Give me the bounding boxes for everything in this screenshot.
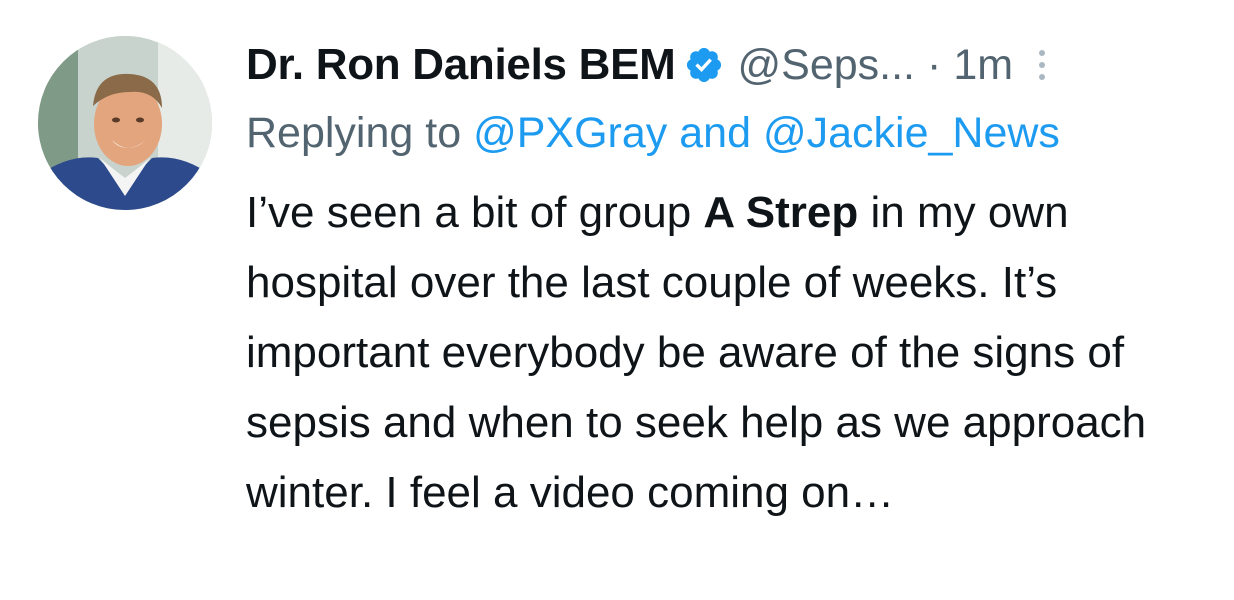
mention-link-pxgray[interactable]: @PXGray [473, 109, 667, 157]
tweet-header: Dr. Ron Daniels BEM @Seps... · 1m [246, 30, 1206, 100]
separator-dot: · [927, 40, 942, 89]
replying-to-label: Replying to [246, 109, 462, 157]
tweet-text-part-1: I’ve seen a bit of group [246, 188, 704, 237]
tweet-content: Dr. Ron Daniels BEM @Seps... · 1m Replyi… [246, 30, 1206, 528]
tweet[interactable]: Dr. Ron Daniels BEM @Seps... · 1m Replyi… [0, 0, 1234, 600]
tweet-timestamp[interactable]: 1m [953, 41, 1013, 90]
author-name[interactable]: Dr. Ron Daniels BEM [246, 40, 676, 90]
avatar-photo [38, 36, 212, 210]
tweet-text-bold: A Strep [703, 188, 859, 237]
verified-badge-icon [684, 45, 724, 85]
avatar[interactable] [38, 36, 212, 210]
more-vertical-icon[interactable] [1035, 44, 1049, 86]
author-handle[interactable]: @Seps... [738, 41, 916, 90]
tweet-text: I’ve seen a bit of group A Strep in my o… [246, 178, 1166, 528]
mention-link-jackie-news[interactable]: @Jackie_News [763, 109, 1060, 157]
reply-conjunction[interactable]: and [679, 109, 751, 157]
tweet-text-part-2: in my own hospital over the last couple … [246, 188, 1147, 517]
replying-to-line: Replying to @PXGray and @Jackie_News [246, 102, 1206, 164]
